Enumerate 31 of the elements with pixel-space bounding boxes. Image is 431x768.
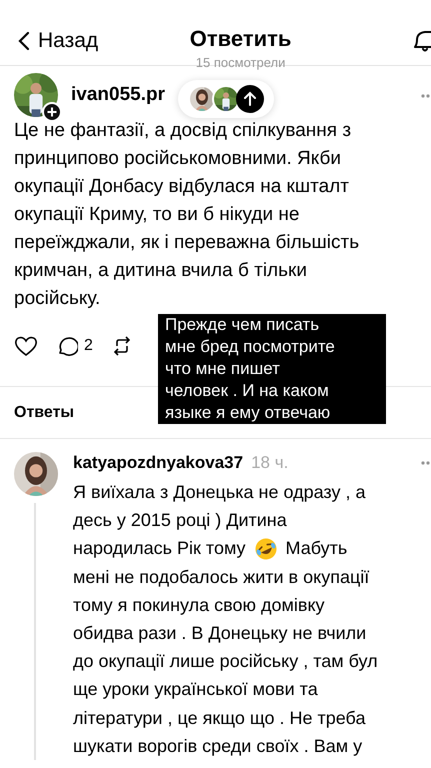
laughing-emoji-icon [254, 536, 278, 561]
post-text: Це не фантазії, а досвід спілкування з принципово російськомовними. Якби окупації Донбасу відбулася на кшталт окупації Криму, то ви б нікуди не переїжджали, як і переважна більшість кримчан, а дитина вчила б тільки російську. [14, 119, 360, 311]
repost-icon[interactable] [112, 335, 131, 357]
bell-icon[interactable] [413, 29, 431, 53]
reply-text: Я виїхала з Донецька не одразу , а [73, 481, 366, 504]
reply-text: десь у 2015 році ) Дитина [73, 509, 287, 532]
views-count: 15 посмотрели [196, 56, 286, 69]
reply-text: тому я покинула свою домівку [73, 594, 325, 617]
more-icon[interactable] [421, 94, 431, 98]
comment-button[interactable]: 2 [56, 334, 93, 358]
username[interactable]: ivan055.pr [71, 81, 165, 110]
reply-text: обидва рази . В Донецьку не вчили [73, 622, 366, 646]
page-title: Ответить [190, 28, 292, 50]
follow-badge-icon[interactable] [42, 102, 62, 122]
caption-tooltip: Прежде чем писать мне бред посмотрите что мне пишет человек . И на каком языке я ему отвечаю [158, 314, 386, 424]
username[interactable]: katyapozdnyakova37 [73, 450, 244, 476]
reply-text: літератури , це якщо що . Не треба [73, 706, 366, 730]
comment-icon [56, 335, 78, 357]
reply-text: ще уроки української мови та [73, 678, 318, 702]
arrow-up-icon[interactable] [236, 85, 264, 113]
heart-icon[interactable] [14, 335, 38, 357]
back-button[interactable]: Назад [0, 30, 98, 51]
more-icon[interactable] [421, 460, 431, 465]
reply-text: шукати ворогів среди своїх . Вам у [73, 734, 362, 758]
reply-text: народилась Рік тому [73, 537, 246, 560]
replies-heading: Ответы [14, 402, 74, 422]
reply-time: 18 ч. [251, 452, 288, 474]
reply-text: Мабуть [286, 537, 348, 560]
chevron-left-icon [18, 30, 30, 50]
reply-text: мені не подобалось жити в окупації [73, 566, 370, 589]
reply-text: до окупації лише російську , там бул [73, 650, 378, 674]
